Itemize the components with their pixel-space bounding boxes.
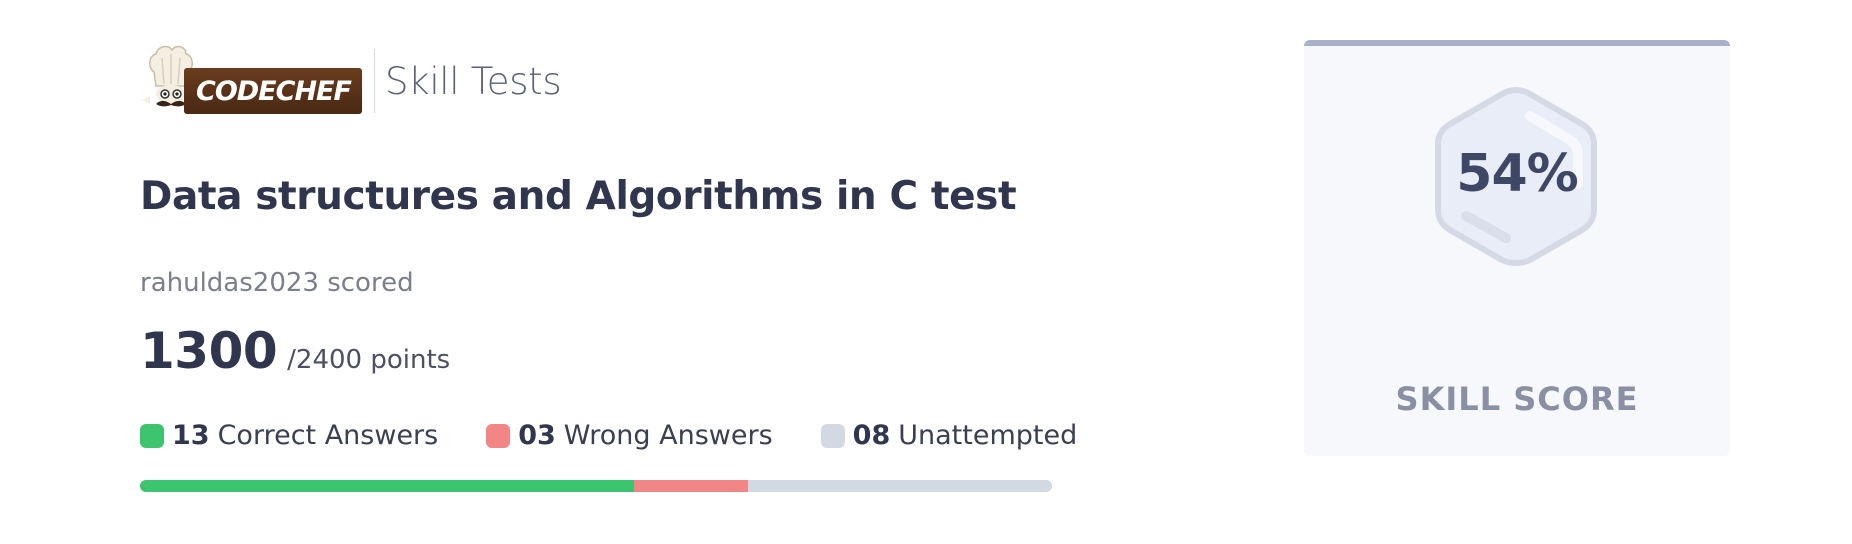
correct-count: 13 [172, 420, 210, 451]
brand-header: CODECHEF Skill Tests [140, 42, 562, 120]
unattempted-dot-icon [820, 423, 845, 448]
correct-label: Correct Answers [217, 420, 439, 451]
wrong-dot-icon [486, 423, 511, 448]
progress-wrong-segment [634, 480, 748, 492]
legend-unattempted: 08 Unattempted [820, 420, 1078, 451]
wrong-count: 03 [518, 420, 556, 451]
skill-score-label: SKILL SCORE [1395, 380, 1639, 418]
scored-text: rahuldas2023 scored [140, 268, 414, 298]
card-accent-bar [1304, 40, 1730, 46]
brand-divider [374, 49, 375, 113]
progress-unattempted-segment [748, 480, 1052, 492]
skill-score-card: 54% SKILL SCORE [1304, 40, 1730, 456]
unattempted-label: Unattempted [898, 420, 1078, 451]
correct-dot-icon [140, 423, 164, 448]
skill-percent: 54% [1456, 144, 1578, 204]
progress-correct-segment [140, 480, 634, 492]
score-display: 1300 /2400 points [140, 322, 450, 380]
test-title: Data structures and Algorithms in C test [140, 174, 1017, 219]
results-panel: CODECHEF Skill Tests Data structures and… [140, 0, 1100, 544]
legend-wrong: 03 Wrong Answers [486, 420, 773, 451]
logo-text: CODECHEF [196, 76, 352, 107]
product-name: Skill Tests [385, 59, 562, 103]
answer-legend: 13 Correct Answers 03 Wrong Answers 08 U… [140, 420, 1125, 451]
answers-progress-bar [140, 480, 1052, 492]
unattempted-count: 08 [852, 420, 891, 451]
score-value: 1300 [140, 322, 278, 380]
score-total: /2400 points [287, 345, 451, 375]
codechef-logo[interactable]: CODECHEF [140, 42, 362, 120]
wrong-label: Wrong Answers [563, 420, 773, 451]
legend-correct: 13 Correct Answers [140, 420, 438, 451]
